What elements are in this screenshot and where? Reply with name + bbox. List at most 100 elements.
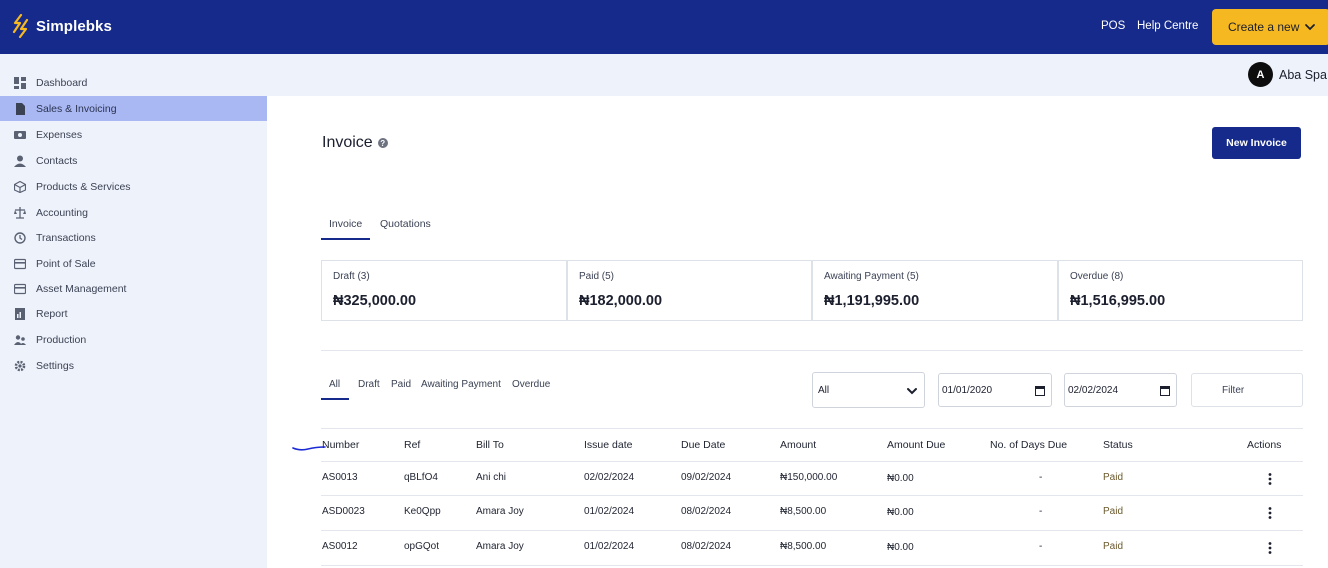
column-header-no-of-days-due[interactable]: No. of Days Due — [990, 439, 1067, 451]
filter-button[interactable]: Filter — [1191, 373, 1303, 407]
column-header-number[interactable]: Number — [322, 439, 359, 451]
to-date-input[interactable]: 02/02/2024 — [1064, 373, 1177, 407]
cell-number[interactable]: ASD0023 — [322, 506, 365, 517]
tab-quotations[interactable]: Quotations — [380, 218, 431, 230]
pos-link[interactable]: POS — [1101, 20, 1125, 32]
filter-tab-paid[interactable]: Paid — [391, 379, 411, 390]
sidebar-item-asset-management[interactable]: Asset Management — [0, 276, 267, 301]
app-name: Simplebks — [36, 17, 112, 35]
cell-status: Paid — [1103, 541, 1124, 552]
sidebar-item-label: Point of Sale — [36, 257, 96, 270]
cell-amount-due: ₦0.00 — [887, 507, 914, 518]
cash-icon — [14, 130, 26, 139]
sidebar-item-contacts[interactable]: Contacts — [0, 148, 267, 173]
sidebar-item-label: Accounting — [36, 206, 88, 219]
column-header-issue-date[interactable]: Issue date — [584, 439, 632, 451]
cell-number[interactable]: AS0013 — [322, 472, 358, 483]
tab-invoice[interactable]: Invoice — [329, 218, 362, 230]
filter-tab-draft[interactable]: Draft — [358, 379, 380, 390]
cell-status: Paid — [1103, 506, 1124, 517]
active-tab-indicator — [321, 238, 370, 240]
cell-days-due: - — [1039, 541, 1043, 552]
card-label: Awaiting Payment (5) — [824, 271, 919, 282]
create-new-button[interactable]: Create a new — [1212, 9, 1328, 45]
cell-ref: Ke0Qpp — [404, 506, 441, 517]
sidebar-item-accounting[interactable]: Accounting — [0, 200, 267, 225]
from-date-input[interactable]: 01/01/2020 — [938, 373, 1052, 407]
column-header-due-date[interactable]: Due Date — [681, 439, 725, 451]
card-value: ₦1,191,995.00 — [824, 293, 920, 309]
summary-card-awaiting[interactable]: Awaiting Payment (5) ₦1,191,995.00 — [812, 260, 1058, 321]
sidebar-item-point-of-sale[interactable]: Point of Sale — [0, 251, 267, 276]
annotation-pen-mark — [292, 446, 326, 451]
cell-issue-date: 01/02/2024 — [584, 506, 635, 517]
to-date-value: 02/02/2024 — [1068, 384, 1119, 396]
from-date-value: 01/01/2020 — [942, 384, 993, 396]
cell-amount: ₦8,500.00 — [780, 541, 827, 552]
help-centre-link[interactable]: Help Centre — [1137, 20, 1198, 32]
sidebar-item-expenses[interactable]: Expenses — [0, 122, 267, 147]
cell-amount-due: ₦0.00 — [887, 542, 914, 553]
sidebar-item-production[interactable]: Production — [0, 327, 267, 352]
invoice-icon — [16, 102, 25, 115]
sidebar-item-sales-invoicing[interactable]: Sales & Invoicing — [0, 96, 267, 121]
cell-ref: qBLfO4 — [404, 472, 438, 483]
sidebar-item-transactions[interactable]: Transactions — [0, 225, 267, 250]
sidebar-item-label: Production — [36, 333, 87, 346]
card-icon — [14, 283, 26, 294]
sidebar-item-label: Expenses — [36, 128, 83, 141]
cell-number[interactable]: AS0012 — [322, 541, 358, 552]
column-header-actions[interactable]: Actions — [1247, 439, 1281, 451]
column-header-ref[interactable]: Ref — [404, 439, 420, 451]
sidebar-item-label: Report — [36, 307, 68, 320]
cell-days-due: - — [1039, 506, 1043, 517]
row-actions-kebab-icon[interactable] — [1268, 507, 1272, 519]
sidebar-item-products-services[interactable]: Products & Services — [0, 174, 267, 199]
history-icon — [14, 231, 26, 244]
create-new-label: Create a new — [1228, 20, 1300, 34]
top-bar: Simplebks POS Help Centre Create a new — [0, 0, 1328, 54]
column-header-amount-due[interactable]: Amount Due — [887, 439, 945, 451]
sidebar-item-settings[interactable]: Settings — [0, 353, 267, 378]
new-invoice-button[interactable]: New Invoice — [1212, 127, 1301, 159]
sidebar-item-report[interactable]: Report — [0, 301, 267, 326]
box-icon — [14, 180, 26, 193]
filter-tab-all[interactable]: All — [329, 379, 340, 390]
column-header-bill-to[interactable]: Bill To — [476, 439, 504, 451]
app-logo[interactable]: Simplebks — [12, 14, 112, 38]
summary-card-overdue[interactable]: Overdue (8) ₦1,516,995.00 — [1058, 260, 1303, 321]
row-actions-kebab-icon[interactable] — [1268, 473, 1272, 485]
calendar-icon[interactable] — [1035, 385, 1045, 396]
cell-amount: ₦150,000.00 — [780, 472, 838, 483]
chevron-down-icon — [907, 388, 917, 395]
filter-tab-awaiting-payment[interactable]: Awaiting Payment — [421, 379, 501, 390]
sidebar-item-dashboard[interactable]: Dashboard — [0, 70, 267, 95]
summary-card-paid[interactable]: Paid (5) ₦182,000.00 — [567, 260, 812, 321]
help-icon[interactable]: ? — [377, 138, 388, 148]
row-actions-kebab-icon[interactable] — [1268, 542, 1272, 554]
row-divider — [321, 530, 1303, 531]
scale-icon — [14, 206, 26, 219]
person-icon — [14, 155, 26, 167]
status-select[interactable]: All — [812, 372, 925, 408]
user-name: Aba Spa — [1279, 67, 1327, 82]
page-title-text: Invoice — [322, 134, 373, 151]
dashboard-icon — [14, 76, 26, 89]
sidebar-item-label: Settings — [36, 359, 74, 372]
column-header-amount[interactable]: Amount — [780, 439, 816, 451]
calendar-icon[interactable] — [1160, 385, 1170, 396]
table-top-border — [321, 428, 1303, 429]
cell-issue-date: 01/02/2024 — [584, 541, 635, 552]
sidebar-item-label: Products & Services — [36, 180, 131, 193]
card-label: Paid (5) — [579, 271, 615, 282]
cell-amount-due: ₦0.00 — [887, 473, 914, 484]
filter-tab-overdue[interactable]: Overdue — [512, 379, 550, 390]
section-divider — [321, 350, 1303, 351]
column-header-status[interactable]: Status — [1103, 439, 1133, 451]
sidebar-item-label: Asset Management — [36, 282, 127, 295]
cell-bill-to: Ani chi — [476, 472, 507, 483]
user-menu[interactable]: A Aba Spa — [1248, 62, 1327, 87]
chevron-down-icon — [1305, 24, 1315, 31]
summary-card-draft[interactable]: Draft (3) ₦325,000.00 — [321, 260, 567, 321]
report-icon — [15, 307, 25, 320]
